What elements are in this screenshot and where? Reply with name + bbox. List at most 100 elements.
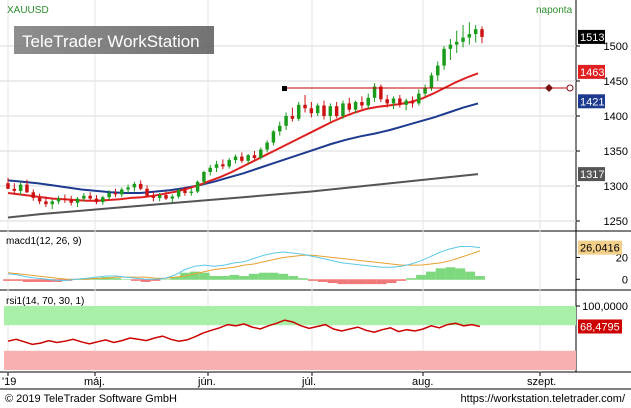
time-tick-label: júl. (301, 376, 316, 388)
macd-panel: 02026,0416 (3, 240, 628, 286)
macd-histogram-bar (3, 279, 13, 281)
macd-histogram-bar (229, 274, 240, 280)
macd-histogram-bar (199, 272, 210, 280)
rsi-panel: 100,0000 68,4795 (4, 301, 628, 370)
candle-body (6, 183, 10, 189)
candle-body (94, 198, 99, 203)
candle-body (303, 104, 307, 109)
candle-body (454, 41, 459, 45)
macd-signal-line (7, 250, 481, 280)
price-label-text: 1463 (580, 67, 604, 79)
price-tick-label: 1400 (604, 111, 628, 123)
candle-body (366, 97, 370, 106)
candle-body (404, 100, 408, 105)
candle-body (398, 98, 402, 105)
price-tick-label: 1500 (604, 41, 628, 53)
macd-histogram-bar (445, 267, 456, 280)
macd-histogram-bar (307, 279, 318, 281)
macd-tick-label: 0 (622, 274, 628, 286)
candle-body (82, 195, 86, 199)
hline-marker[interactable] (545, 84, 553, 92)
macd-value-label: 26,0416 (580, 243, 620, 255)
macd-histogram-bar (239, 276, 249, 280)
candle-body (429, 75, 434, 88)
candle-body (157, 195, 162, 198)
candle-body (145, 188, 149, 196)
time-tick-label: aug. (412, 376, 433, 388)
rsi-value-label: 68,4795 (580, 321, 620, 333)
macd-histogram-bar (22, 279, 33, 282)
macd-histogram-bar (111, 278, 122, 280)
rsi-title[interactable]: rsi1(14, 70, 30, 1) (6, 296, 84, 307)
macd-histogram-bar (386, 279, 397, 284)
macd-histogram-bar (121, 279, 131, 280)
rsi-100-label: 100,0000 (582, 301, 628, 313)
period-label[interactable]: naponta (536, 5, 573, 16)
macd-histogram-bar (425, 271, 436, 280)
candle-body (75, 198, 80, 203)
macd-histogram-bar (406, 278, 417, 280)
candle-body (126, 187, 130, 190)
hline-start-handle[interactable] (282, 86, 287, 91)
candle-body (284, 116, 288, 126)
hline-end-handle[interactable] (566, 84, 574, 92)
candle-body (63, 198, 67, 200)
candle-body (296, 104, 301, 119)
macd-histogram-bar (366, 279, 377, 285)
macd-histogram-bar (268, 272, 279, 280)
ma-blue-line (7, 102, 479, 194)
teletrader-watermark: TeleTrader WorkStation (14, 26, 214, 54)
moving-averages (7, 72, 479, 219)
candle-body (423, 88, 427, 94)
macd-histogram-bar (327, 279, 338, 284)
candle-body (360, 102, 364, 106)
candle-body (120, 189, 124, 195)
rsi-overbought-zone (4, 306, 576, 326)
time-tick-label: jún. (197, 376, 216, 388)
macd-histogram-bar (12, 279, 23, 281)
candle-body (252, 155, 257, 158)
price-labels: 1513 1463 1421 1317 (578, 29, 605, 182)
candle-body (221, 164, 225, 167)
candle-body (233, 156, 238, 161)
candle-body (334, 106, 339, 116)
candle-body (315, 105, 320, 114)
time-tick-label: '19 (2, 376, 16, 388)
macd-title[interactable]: macd1(12, 26, 9) (6, 236, 82, 247)
candle-body (290, 116, 295, 119)
candle-body (461, 37, 465, 42)
copyright-text: © 2019 TeleTrader Software GmbH (5, 393, 177, 405)
price-label-text: 1317 (580, 169, 604, 181)
candle-body (259, 149, 263, 158)
candle-body (265, 142, 269, 150)
watermark-text: TeleTrader WorkStation (22, 32, 200, 51)
macd-histogram-bar (288, 276, 299, 280)
macd-histogram-bar (317, 279, 328, 282)
macd-histogram-bar (435, 268, 446, 280)
macd-histogram-bar (337, 279, 348, 285)
chart-canvas: TeleTrader WorkStation XAUUSD naponta 12… (0, 0, 631, 405)
ma-gray-line (7, 173, 479, 219)
candle-body (56, 198, 61, 202)
macd-histogram-bar (357, 279, 367, 285)
candle-body (113, 193, 118, 195)
candle-body (353, 102, 358, 110)
candle-body (246, 155, 250, 161)
candle-body (227, 160, 231, 167)
horizontal-line[interactable] (282, 84, 574, 92)
macd-histogram-bar (130, 279, 141, 281)
teletrader-url[interactable]: https://workstation.teletrader.com/ (461, 393, 626, 405)
price-label-text: 1421 (580, 96, 604, 108)
candle-body (183, 190, 187, 193)
candle-body (341, 103, 345, 116)
candle-body (347, 103, 352, 110)
candle-body (50, 201, 54, 205)
macd-histogram-bar (376, 279, 387, 285)
macd-line (7, 246, 481, 281)
candle-body (132, 183, 137, 188)
candle-body (448, 44, 453, 49)
time-tick-label: szept. (527, 376, 556, 388)
candle-body (480, 29, 484, 37)
candle-body (385, 99, 389, 104)
time-axis: '19 máj. jún. júl. aug. szept. (2, 372, 556, 388)
